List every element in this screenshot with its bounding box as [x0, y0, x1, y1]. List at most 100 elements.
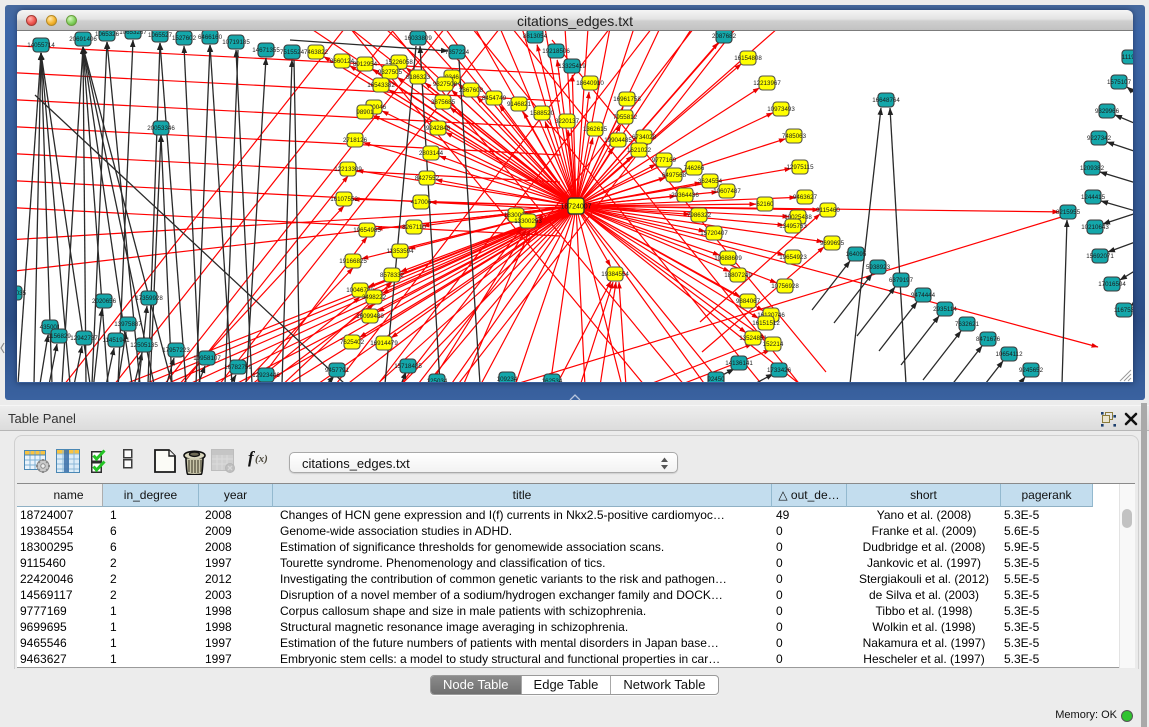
svg-text:1575107: 1575107 [1107, 79, 1132, 86]
svg-text:19654923: 19654923 [779, 254, 807, 261]
svg-text:3624554: 3624554 [698, 178, 723, 185]
svg-text:9115460: 9115460 [816, 207, 840, 214]
svg-text:19904485: 19904485 [604, 137, 632, 144]
svg-text:9329966: 9329966 [1095, 108, 1120, 115]
svg-text:1527602: 1527602 [172, 35, 197, 42]
svg-text:2718126: 2718126 [343, 137, 368, 144]
svg-text:1362615: 1362615 [583, 126, 608, 133]
svg-text:16648764: 16648764 [872, 97, 900, 104]
svg-text:12975115: 12975115 [786, 164, 814, 171]
svg-text:116753: 116753 [1114, 307, 1133, 314]
svg-text:2935114: 2935114 [933, 306, 957, 313]
svg-text:1244415: 1244415 [1081, 194, 1106, 201]
svg-text:7515524: 7515524 [280, 49, 305, 56]
svg-text:15718485: 15718485 [394, 363, 422, 370]
svg-text:92450: 92450 [707, 376, 725, 382]
svg-text:10719185: 10719185 [222, 39, 250, 46]
svg-text:13495753: 13495753 [779, 223, 807, 230]
svg-text:1156829: 1156829 [47, 333, 71, 340]
svg-text:17359928: 17359928 [135, 295, 163, 302]
svg-text:8267110: 8267110 [402, 224, 426, 231]
svg-text:7357224: 7357224 [445, 49, 470, 56]
svg-text:17957223: 17957223 [162, 347, 190, 354]
svg-text:14055714: 14055714 [27, 42, 55, 49]
svg-text:16099489: 16099489 [356, 313, 384, 320]
svg-text:1588520: 1588520 [530, 110, 555, 117]
svg-text:17016504: 17016504 [1098, 281, 1126, 288]
svg-text:109234: 109234 [497, 376, 518, 382]
svg-text:14136141: 14136141 [725, 360, 753, 367]
svg-text:2087682: 2087682 [712, 33, 737, 40]
svg-text:3875685: 3875685 [431, 99, 456, 106]
svg-text:9777169: 9777169 [652, 157, 677, 164]
svg-text:10653267: 10653267 [119, 31, 147, 36]
svg-text:19384554: 19384554 [601, 271, 629, 278]
svg-text:16107552: 16107552 [330, 196, 358, 203]
svg-text:1621022: 1621022 [627, 147, 652, 154]
svg-text:16782759: 16782759 [224, 364, 252, 371]
svg-text:9245652: 9245652 [1019, 367, 1044, 374]
svg-text:10756928: 10756928 [771, 283, 799, 290]
svg-text:13325419: 13325419 [558, 63, 586, 70]
svg-text:(x): (x) [255, 453, 268, 465]
svg-text:2367608: 2367608 [459, 87, 484, 94]
svg-text:9227342: 9227342 [1087, 135, 1112, 142]
svg-text:417006: 417006 [411, 199, 432, 206]
svg-text:12505135: 12505135 [130, 342, 158, 349]
svg-text:7625402: 7625402 [340, 339, 365, 346]
svg-text:12942737: 12942737 [70, 335, 98, 342]
svg-text:162534: 162534 [542, 378, 563, 382]
svg-text:9146821: 9146821 [507, 101, 532, 108]
svg-text:15692071: 15692071 [1086, 253, 1114, 260]
svg-text:19654985: 19654985 [353, 227, 381, 234]
svg-text:10607487: 10607487 [713, 188, 741, 195]
svg-text:8427552: 8427552 [415, 175, 440, 182]
svg-text:9242848: 9242848 [426, 125, 451, 132]
svg-text:9327505: 9327505 [378, 69, 403, 76]
svg-text:19166825: 19166825 [339, 258, 367, 265]
svg-text:62160: 62160 [756, 201, 774, 208]
svg-text:98901: 98901 [356, 109, 374, 116]
svg-text:8186323: 8186323 [406, 74, 431, 81]
svg-text:8813054: 8813054 [523, 33, 548, 40]
svg-text:7463822: 7463822 [304, 49, 329, 56]
svg-text:6466160: 6466160 [198, 34, 223, 41]
svg-text:2803144: 2803144 [419, 150, 444, 157]
svg-text:19218506: 19218506 [542, 48, 570, 55]
svg-text:164095: 164095 [846, 251, 867, 258]
svg-text:6734028: 6734028 [632, 134, 657, 141]
svg-text:9327508: 9327508 [433, 81, 458, 88]
svg-text:7632621: 7632621 [955, 321, 980, 328]
svg-text:16151512: 16151512 [752, 320, 780, 327]
svg-text:13975887: 13975887 [114, 321, 142, 328]
svg-text:7485063: 7485063 [782, 133, 807, 140]
svg-text:8578332: 8578332 [380, 272, 405, 279]
svg-text:125034: 125034 [427, 378, 448, 382]
svg-text:1065527: 1065527 [148, 32, 173, 39]
svg-text:8215955: 8215955 [1056, 209, 1081, 216]
svg-text:11353594: 11353594 [386, 248, 414, 255]
svg-text:12213309: 12213309 [334, 166, 362, 173]
svg-text:15720407: 15720407 [700, 230, 728, 237]
svg-text:5938923: 5938923 [866, 264, 891, 271]
svg-text:152214: 152214 [763, 341, 784, 348]
svg-text:3220137: 3220137 [555, 118, 580, 125]
svg-text:2020656: 2020656 [92, 298, 117, 305]
svg-text:1733426: 1733426 [767, 367, 792, 374]
svg-text:9463627: 9463627 [793, 194, 818, 201]
svg-text:10210643: 10210643 [1081, 224, 1109, 231]
svg-text:8454749: 8454749 [482, 95, 507, 102]
svg-text:20691406: 20691406 [69, 36, 97, 43]
svg-text:16033809: 16033809 [404, 35, 432, 42]
svg-text:10958107: 10958107 [193, 355, 221, 362]
svg-text:8471676: 8471676 [976, 336, 1001, 343]
svg-text:16914479: 16914479 [370, 340, 398, 347]
svg-text:10654112: 10654112 [995, 351, 1023, 358]
svg-text:12923446: 12923446 [252, 372, 280, 379]
svg-text:12213967: 12213967 [753, 80, 781, 87]
svg-text:9457791: 9457791 [325, 367, 350, 374]
svg-text:6379197: 6379197 [889, 277, 914, 284]
svg-text:8912954: 8912954 [353, 61, 378, 68]
svg-text:18640910: 18640910 [576, 80, 604, 87]
svg-text:20053346: 20053346 [147, 125, 175, 132]
